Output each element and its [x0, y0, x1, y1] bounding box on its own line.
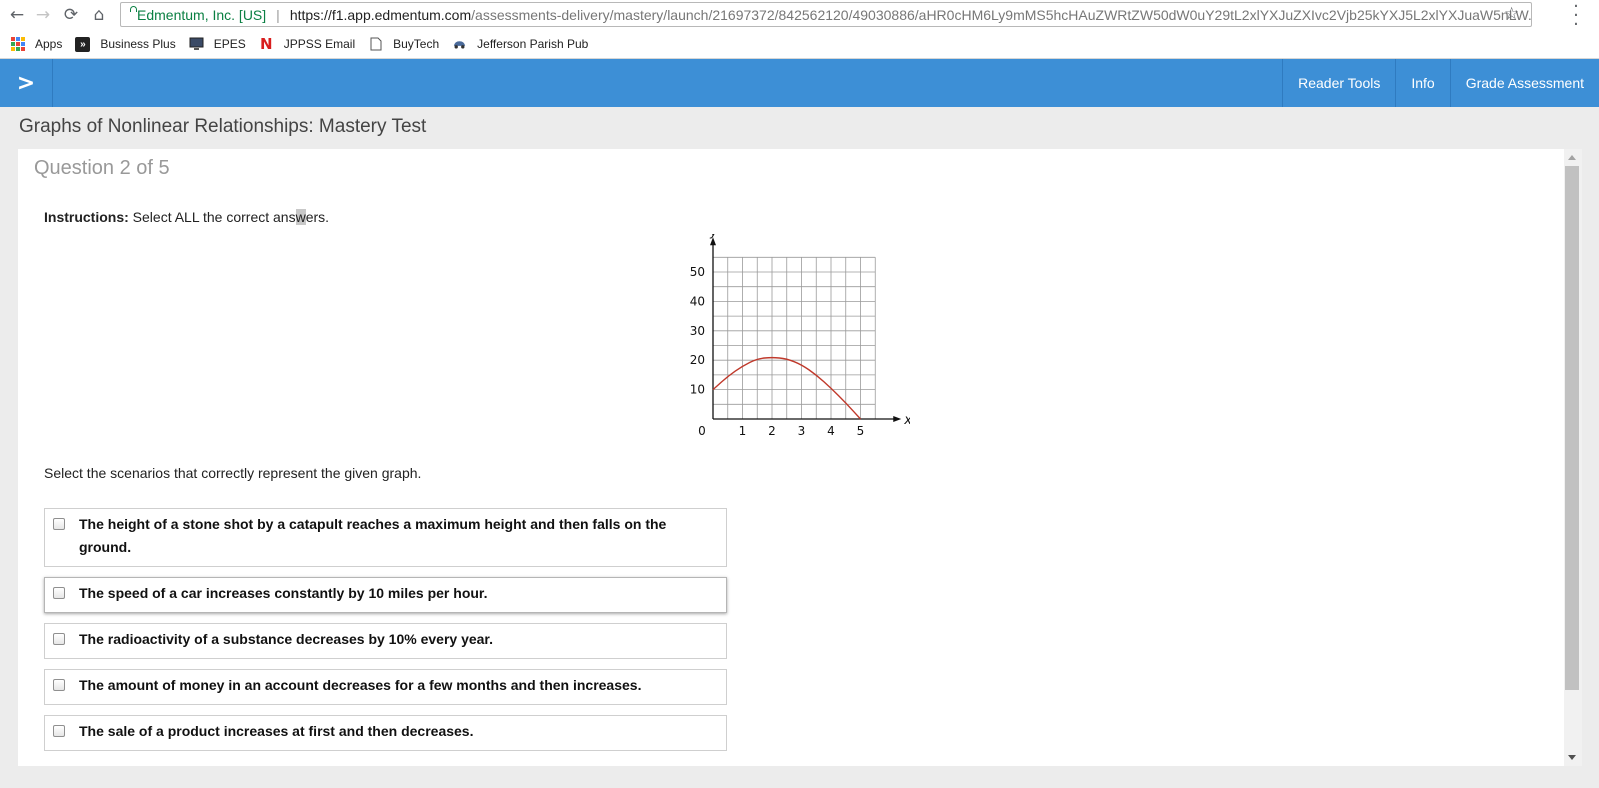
reader-tools-button[interactable]: Reader Tools	[1282, 59, 1395, 107]
back-arrow-icon[interactable]: ←	[6, 4, 28, 26]
instructions-text: Select ALL the correct ans	[128, 209, 296, 225]
answer-checkbox[interactable]	[53, 725, 65, 737]
bookmark-business-plus[interactable]: » Business Plus	[75, 36, 176, 52]
answer-label: The amount of money in an account decrea…	[79, 677, 642, 693]
x-tick-label: 1	[739, 424, 747, 438]
bookmark-label: EPES	[213, 37, 246, 51]
url-path: /assessments-delivery/mastery/launch/216…	[471, 6, 1532, 23]
site-identity: Edmentum, Inc. [US]	[137, 6, 267, 23]
answer-label: The radioactivity of a substance decreas…	[79, 631, 493, 647]
y-tick-label: 40	[690, 294, 705, 308]
y-tick-label: 30	[690, 324, 705, 338]
apps-grid-icon	[10, 37, 25, 52]
text-highlight: w	[295, 209, 306, 225]
question-card: Question 2 of 5 Instructions: Select ALL…	[18, 149, 1566, 766]
chevron-right-icon[interactable]: >	[0, 59, 53, 107]
answer-option[interactable]: The radioactivity of a substance decreas…	[44, 623, 727, 659]
page-title: Graphs of Nonlinear Relationships: Maste…	[19, 116, 427, 137]
browser-menu-icon[interactable]: · · ·	[1572, 0, 1580, 34]
monitor-icon	[189, 37, 204, 52]
n-logo-icon: N	[259, 35, 273, 53]
browser-toolbar: ← → ⟳ ⌂ Edmentum, Inc. [US] | https://f1…	[0, 0, 1599, 34]
x-tick-label: 2	[768, 424, 776, 438]
x-axis-label: x	[903, 413, 910, 428]
grade-assessment-button[interactable]: Grade Assessment	[1449, 59, 1599, 107]
answer-checkbox[interactable]	[53, 679, 65, 691]
forward-arrow-icon[interactable]: →	[32, 4, 54, 26]
scroll-up-arrow-icon[interactable]	[1568, 155, 1576, 160]
bookmark-label: JPPSS Email	[283, 37, 356, 51]
bookmark-label: BuyTech	[393, 37, 440, 51]
answer-option[interactable]: The speed of a car increases constantly …	[44, 577, 727, 613]
instructions-text-end: ers.	[305, 209, 330, 225]
y-tick-label: 50	[690, 265, 705, 279]
x-tick-label: 4	[827, 424, 835, 438]
home-icon[interactable]: ⌂	[88, 4, 110, 26]
answer-checkbox[interactable]	[53, 633, 65, 645]
x-tick-label: 5	[857, 424, 865, 438]
url-host: https://f1.app.edmentum.com	[289, 6, 472, 23]
question-prompt: Select the scenarios that correctly repr…	[44, 465, 422, 481]
answer-label: The sale of a product increases at first…	[79, 723, 474, 739]
business-plus-icon: »	[75, 36, 91, 52]
scroll-down-arrow-icon[interactable]	[1568, 755, 1576, 760]
answer-label: The height of a stone shot by a catapult…	[79, 516, 667, 555]
question-counter: Question 2 of 5	[34, 157, 170, 179]
answer-label: The speed of a car increases constantly …	[79, 585, 488, 601]
bookmark-star-icon[interactable]: ☆	[1504, 4, 1519, 24]
instructions: Instructions: Select ALL the correct ans…	[44, 209, 329, 225]
parabola-graph: x y 1 2 3 4 5 10 20 30 40 50 0	[690, 234, 910, 438]
instructions-label: Instructions:	[44, 209, 129, 225]
top-nav: Reader Tools Info Grade Assessment	[1282, 59, 1599, 107]
y-tick-label: 10	[690, 383, 705, 397]
bookmarks-bar: Apps » Business Plus EPES N JPPSS Email …	[0, 30, 1599, 59]
bookmark-label: Business Plus	[100, 37, 176, 51]
answer-option[interactable]: The sale of a product increases at first…	[44, 715, 727, 751]
app-header: > Reader Tools Info Grade Assessment	[0, 59, 1599, 107]
page-icon	[368, 37, 383, 52]
address-bar[interactable]: Edmentum, Inc. [US] | https://f1.app.edm…	[120, 2, 1532, 27]
bookmark-apps[interactable]: Apps	[10, 37, 62, 52]
x-axis-arrow	[893, 416, 902, 422]
answer-option[interactable]: The amount of money in an account decrea…	[44, 669, 727, 705]
origin-label: 0	[698, 424, 706, 438]
x-tick-label: 3	[798, 424, 806, 438]
answer-checkbox[interactable]	[53, 587, 65, 599]
page-scrollbar[interactable]	[1564, 149, 1582, 766]
bookmark-buytech[interactable]: BuyTech	[368, 37, 439, 52]
answer-checkbox[interactable]	[53, 518, 65, 530]
address-separator: |	[276, 6, 280, 23]
bookmark-jppss-email[interactable]: N JPPSS Email	[259, 35, 356, 53]
car-icon	[452, 37, 467, 52]
info-button[interactable]: Info	[1395, 59, 1449, 107]
bookmark-jefferson-parish[interactable]: Jefferson Parish Pub	[452, 37, 588, 52]
answer-options: The height of a stone shot by a catapult…	[44, 508, 727, 761]
scroll-thumb[interactable]	[1565, 166, 1579, 690]
y-tick-label: 20	[690, 353, 705, 367]
y-axis-label: y	[709, 234, 718, 239]
bookmark-label: Apps	[35, 37, 63, 51]
answer-option[interactable]: The height of a stone shot by a catapult…	[44, 508, 727, 567]
bookmark-epes[interactable]: EPES	[189, 37, 246, 52]
bookmark-label: Jefferson Parish Pub	[477, 37, 589, 51]
reload-icon[interactable]: ⟳	[60, 4, 82, 26]
